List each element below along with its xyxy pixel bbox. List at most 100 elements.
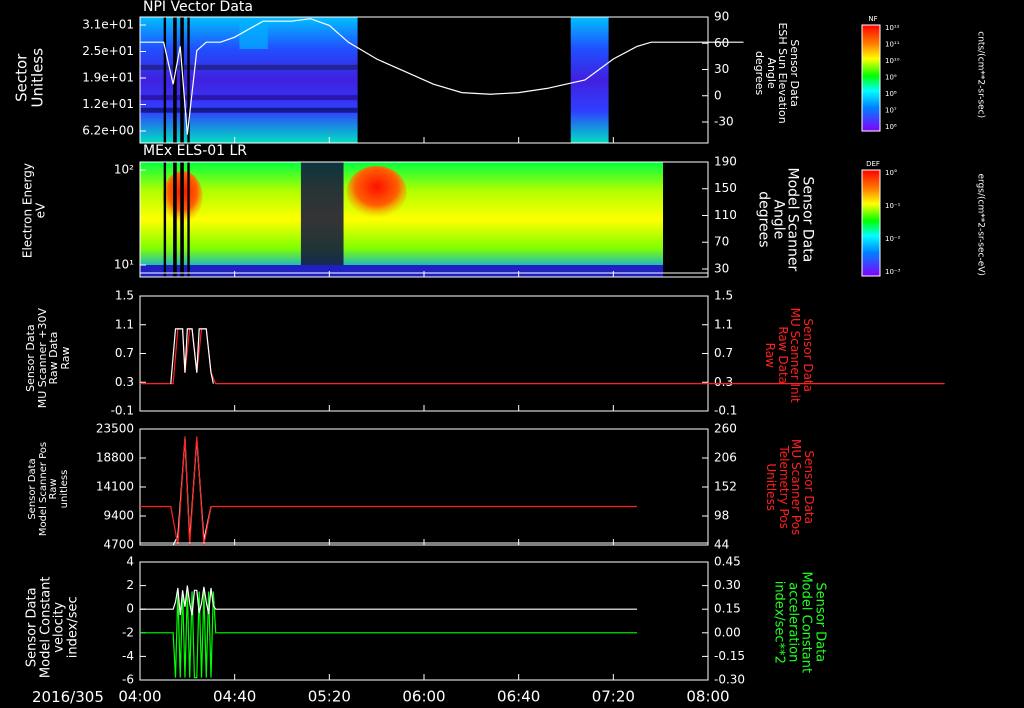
panel1-ytick-label: 3.1e+01 <box>82 18 134 32</box>
panel4-y2tick-label: 44 <box>714 538 729 552</box>
panel3-init-line <box>140 328 945 385</box>
panel2-y2tick-label: 30 <box>714 261 729 275</box>
panel1-streak <box>140 107 358 113</box>
panel5-y2tick-label: 0.45 <box>714 555 741 569</box>
colorbar-nf-tick: 10⁸ <box>885 90 897 98</box>
panel5-acceleration-line <box>140 591 637 679</box>
panel4-y2tick-label: 206 <box>714 451 737 465</box>
panel1-ytick-label: 2.5e+01 <box>82 44 134 58</box>
panel5-y2tick-label: -0.15 <box>714 649 745 663</box>
panel5-ytick-label: -2 <box>122 625 134 639</box>
panel3-y2tick-label: 0.7 <box>714 346 733 360</box>
panel1-title: NPI Vector Data <box>143 0 253 15</box>
colorbar-nf-tick: 10¹⁰ <box>885 57 900 65</box>
panel1-streak <box>140 95 358 101</box>
panel4-ytick-label: 23500 <box>96 422 134 436</box>
colorbar-def-tick: 10⁻¹ <box>885 202 901 210</box>
panel3-ytick-label: 0.7 <box>115 346 134 360</box>
colorbar-def <box>861 169 881 277</box>
panel4-frame <box>139 428 709 546</box>
panel3-frame <box>139 295 709 412</box>
colorbar-nf-tick: 10¹¹ <box>885 41 900 49</box>
panel2-y2tick-label: 110 <box>714 208 737 222</box>
colorbar-nf-tick: 10⁹ <box>885 74 897 82</box>
panel5-ytick-label: 2 <box>126 578 134 592</box>
panel1-heat-block-2 <box>570 17 609 143</box>
figure: 3.1e+012.5e+011.9e+011.2e+016.2e+0090603… <box>82 10 945 706</box>
colorbar-def-label: DEF <box>866 160 880 168</box>
x-tick-label: 07:20 <box>592 688 635 706</box>
x-tick-label: 05:20 <box>308 688 351 706</box>
panel1-y2tick-label: 0 <box>714 88 722 102</box>
panel4-ylabel: Sensor Data Model Scanner Pos Raw unitle… <box>27 441 70 537</box>
panel5-y2tick-label: 0.15 <box>714 602 741 616</box>
panel5-y2tick-label: 0.00 <box>714 625 741 639</box>
panel2-gap-line <box>163 162 167 277</box>
panel3-y2tick-label: 1.5 <box>714 289 733 303</box>
panel2-y2tick-label: 70 <box>714 235 729 249</box>
panel2-gap-line <box>173 162 177 277</box>
colorbar-nf <box>861 24 881 132</box>
panel1-bright-patch <box>239 21 268 49</box>
panel1-y2tick-label: -30 <box>714 115 734 129</box>
panel2-ytick-label: 10¹ <box>114 258 134 272</box>
panel3-ytick-label: 0.3 <box>115 375 134 389</box>
x-tick-label: 06:00 <box>402 688 445 706</box>
colorbar-nf-label: NF <box>868 15 877 23</box>
panel2-ytick-label: 10² <box>114 163 134 177</box>
panel3-ytick-label: -0.1 <box>111 404 134 418</box>
panel2-y2label: Sensor Data Model Scanner Angle degrees <box>755 167 816 272</box>
x-tick-label: 04:00 <box>118 688 161 706</box>
panel5-frame <box>139 561 709 681</box>
panel4-ytick-label: 18800 <box>96 451 134 465</box>
colorbar-nf-tick: 10¹² <box>885 24 900 32</box>
panel2-y2tick-label: 150 <box>714 181 737 195</box>
panel2-hot-spot-2 <box>346 166 407 218</box>
panel4-y2tick-label: 152 <box>714 480 737 494</box>
panel3-ytick-label: 1.1 <box>115 317 134 331</box>
colorbar-def-tick: 10⁻² <box>885 235 901 243</box>
panel1-y2label: Sensor Data ESH Sun Elevation Angle degr… <box>753 22 802 124</box>
panel4-telemetry-pos-line <box>140 436 637 546</box>
x-tick-label: 08:00 <box>686 688 729 706</box>
panel5-ylabel: Sensor Data Model Constant velocity inde… <box>24 576 81 679</box>
panel4-y2label: Sensor Data MU Scanner Pos Telemetry Pos… <box>764 439 817 536</box>
colorbar-def-unit: ergs/(cm**2-sr-sec-eV) <box>975 173 986 276</box>
panel5-y2tick-label: -0.30 <box>714 673 745 687</box>
panel4-ytick-label: 14100 <box>96 480 134 494</box>
panel5-ytick-label: -6 <box>122 673 134 687</box>
panel5-y2tick-label: 0.30 <box>714 578 741 592</box>
date-label: 2016/305 <box>32 688 104 706</box>
panel2-title: MEx ELS-01 LR <box>143 143 248 159</box>
panel5-ytick-label: 0 <box>126 602 134 616</box>
panel4-y2tick-label: 260 <box>714 422 737 436</box>
panel4-y2tick-label: 98 <box>714 509 729 523</box>
panel3-y2tick-label: 1.1 <box>714 317 733 331</box>
colorbar-def-tick: 10° <box>885 169 897 177</box>
panel1-ytick-label: 1.9e+01 <box>82 71 134 85</box>
panel5-y2label: Sensor Data Model Constant acceleration … <box>771 571 828 674</box>
panel1-ytick-label: 6.2e+00 <box>82 124 134 138</box>
panel4-ytick-label: 4700 <box>103 538 134 552</box>
panel3-y2label: Sensor Data MU Scanner Init Raw Data Raw <box>763 307 816 403</box>
panel3-ylabel: Sensor Data MU Scanner +30V Raw Data Raw <box>23 307 72 409</box>
panel1-gap-line <box>163 17 167 143</box>
panel2-ylabel: Electron Energy eV <box>20 163 47 259</box>
panel2-gap-line <box>187 162 190 277</box>
panel1-y2tick-label: 90 <box>714 10 729 24</box>
panel4-ytick-label: 9400 <box>103 509 134 523</box>
colorbar-nf-tick: 10⁶ <box>885 123 897 131</box>
panel1-data-gap <box>357 17 571 143</box>
panel1-ylabel: Sector Unitless <box>12 47 46 108</box>
panel3-ytick-label: 1.5 <box>115 289 134 303</box>
panel1-streak <box>140 64 358 70</box>
panel2-y2tick-label: 190 <box>714 155 737 169</box>
panel2-gap-line <box>180 162 184 277</box>
colorbar-nf-unit: cnts/(cm**2-sr-sec) <box>975 31 986 119</box>
panel5-ytick-label: -4 <box>122 649 134 663</box>
colorbar-def-tick: 10⁻³ <box>885 268 901 276</box>
panel5-ytick-label: 4 <box>126 555 134 569</box>
panel2-low-band <box>140 265 664 277</box>
panel1-ytick-label: 1.2e+01 <box>82 97 134 111</box>
panel3-y2tick-label: 0.3 <box>714 375 733 389</box>
